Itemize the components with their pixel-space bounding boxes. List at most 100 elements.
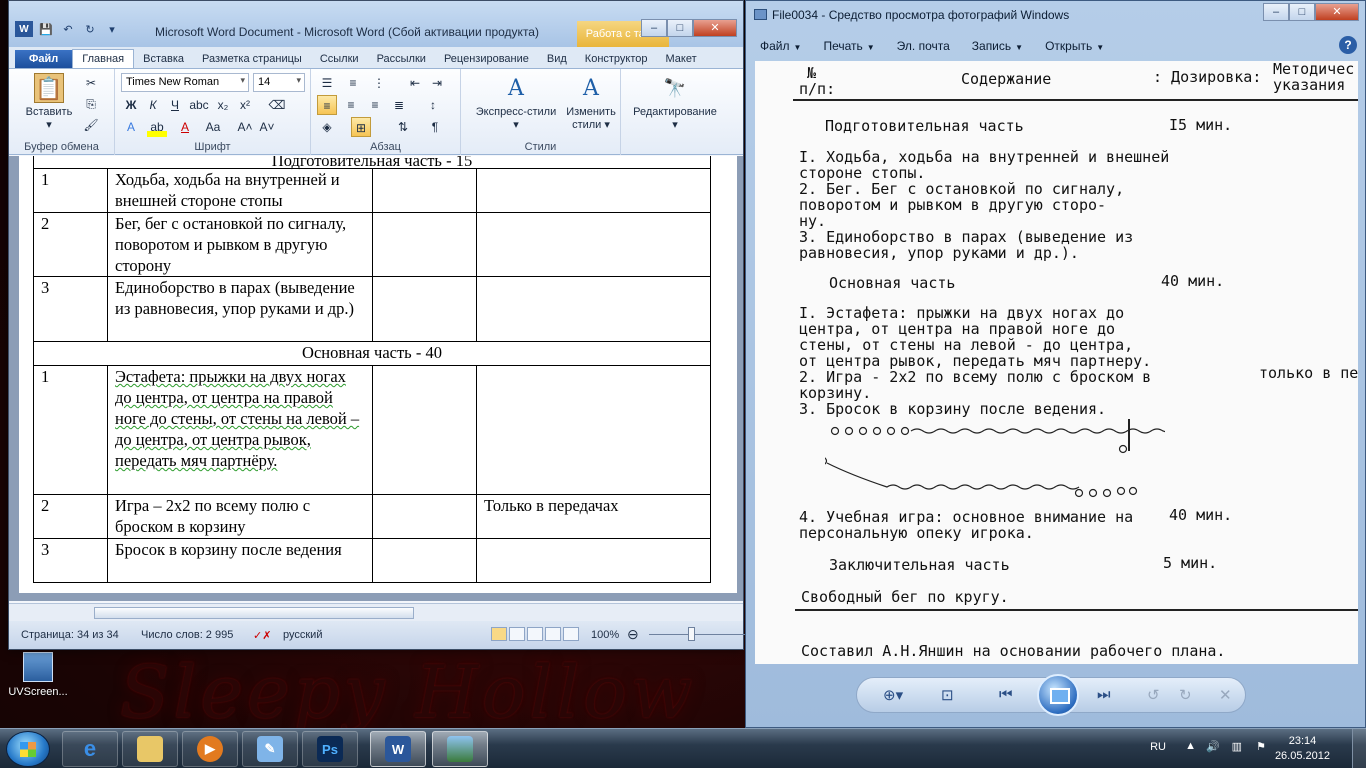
taskbar-photoshop[interactable]: Ps (302, 731, 358, 767)
numbering-icon[interactable]: ≡ (343, 73, 363, 93)
taskbar-explorer[interactable] (122, 731, 178, 767)
print-layout-view-icon[interactable] (491, 627, 507, 641)
align-left-button[interactable]: ≡ (317, 95, 337, 115)
change-case-icon[interactable]: Aa (203, 117, 223, 137)
tab-file[interactable]: Файл (15, 50, 73, 68)
decrease-indent-icon[interactable]: ⇤ (405, 73, 425, 93)
format-painter-icon[interactable]: 🖌 (81, 115, 101, 135)
delete-icon[interactable]: ✕ (1219, 686, 1232, 704)
editing-button[interactable]: 🔭 Редактирование ▾ (625, 73, 725, 132)
maximize-button[interactable]: □ (667, 19, 693, 37)
minimize-button[interactable]: – (641, 19, 667, 37)
taskbar-media-player[interactable]: ▶ (182, 731, 238, 767)
document-page[interactable]: Подготовительная часть - 15 1 Ходьба, хо… (19, 156, 737, 593)
tab-page-layout[interactable]: Разметка страницы (193, 50, 311, 68)
shading-icon[interactable]: ◈ (317, 117, 337, 137)
zoom-icon[interactable]: ⊕▾ (883, 686, 903, 704)
justify-button[interactable]: ≣ (389, 95, 409, 115)
strikethrough-button[interactable]: abc (189, 95, 209, 115)
desktop-icon-uvscreen[interactable]: UVScreen... (4, 652, 72, 698)
slideshow-button[interactable] (1037, 674, 1079, 716)
word-logo-icon[interactable]: W (15, 21, 33, 37)
sort-icon[interactable]: ⇅ (393, 117, 413, 137)
tab-home[interactable]: Главная (72, 49, 135, 68)
close-button[interactable]: ✕ (1315, 3, 1359, 21)
menu-open[interactable]: Открыть ▼ (1039, 39, 1110, 53)
menu-email[interactable]: Эл. почта (891, 39, 956, 53)
subscript-button[interactable]: x₂ (213, 95, 233, 115)
scrollbar-thumb[interactable] (94, 607, 414, 619)
taskbar-photo-viewer[interactable] (432, 731, 488, 767)
help-icon[interactable]: ? (1339, 36, 1357, 54)
tab-insert[interactable]: Вставка (134, 50, 193, 68)
show-desktop-button[interactable] (1352, 729, 1366, 768)
word-count[interactable]: Число слов: 2 995 (141, 629, 233, 641)
taskbar-paint[interactable]: ✎ (242, 731, 298, 767)
italic-button[interactable]: К (143, 95, 163, 115)
tab-mailings[interactable]: Рассылки (368, 50, 435, 68)
show-marks-icon[interactable]: ¶ (425, 117, 445, 137)
rotate-counterclockwise-icon[interactable]: ↺ (1147, 686, 1160, 704)
bullets-icon[interactable]: ☰ (317, 73, 337, 93)
rotate-clockwise-icon[interactable]: ↻ (1179, 686, 1192, 704)
menu-burn[interactable]: Запись ▼ (966, 39, 1029, 53)
increase-indent-icon[interactable]: ⇥ (427, 73, 447, 93)
bold-button[interactable]: Ж (121, 95, 141, 115)
font-name-combo[interactable]: Times New Roman (121, 73, 249, 92)
clock[interactable]: 23:14 26.05.2012 (1275, 734, 1330, 764)
save-icon[interactable]: 💾 (37, 21, 55, 37)
reading-view-icon[interactable] (509, 627, 525, 641)
maximize-button[interactable]: □ (1289, 3, 1315, 21)
menu-file[interactable]: Файл ▼ (754, 39, 807, 53)
outline-view-icon[interactable] (545, 627, 561, 641)
paste-button[interactable]: 📋 Вставить ▾ (23, 73, 75, 132)
redo-icon[interactable]: ↻ (81, 21, 99, 37)
volume-icon[interactable]: 🔊 (1206, 740, 1220, 753)
network-icon[interactable]: ▥ (1232, 740, 1242, 753)
close-button[interactable]: ✕ (693, 19, 737, 37)
quick-styles-button[interactable]: A Экспресс-стили ▾ (471, 73, 561, 132)
highlight-icon[interactable]: ab (147, 117, 167, 137)
page-count[interactable]: Страница: 34 из 34 (21, 629, 119, 641)
horizontal-scrollbar[interactable] (9, 603, 743, 621)
shrink-font-icon[interactable]: A˅ (257, 117, 277, 137)
draft-view-icon[interactable] (563, 627, 579, 641)
action-center-icon[interactable]: ⚑ (1256, 740, 1266, 753)
multilevel-list-icon[interactable]: ⋮ (369, 73, 389, 93)
start-button[interactable] (6, 731, 50, 767)
grow-font-icon[interactable]: A˄ (235, 117, 255, 137)
language-indicator[interactable]: русский (283, 629, 322, 641)
tab-references[interactable]: Ссылки (311, 50, 368, 68)
underline-button[interactable]: Ч (165, 95, 185, 115)
next-icon[interactable]: ⏭ (1097, 686, 1111, 703)
actual-size-icon[interactable]: ⊡ (941, 686, 954, 704)
superscript-button[interactable]: x² (235, 95, 255, 115)
cut-icon[interactable]: ✂ (81, 73, 101, 93)
tab-view[interactable]: Вид (538, 50, 576, 68)
change-styles-button[interactable]: A Изменить стили ▾ (565, 73, 617, 132)
zoom-out-icon[interactable]: ⊖ (627, 626, 639, 643)
proofing-icon[interactable]: ✓✗ (253, 629, 271, 642)
clear-format-icon[interactable]: ⌫ (267, 95, 287, 115)
zoom-level[interactable]: 100% (591, 629, 619, 641)
language-indicator[interactable]: RU (1150, 741, 1166, 753)
customize-qat-icon[interactable]: ▾ (103, 21, 121, 37)
taskbar-ie[interactable]: e (62, 731, 118, 767)
text-effects-icon[interactable]: A (121, 117, 141, 137)
copy-icon[interactable]: ⎘ (81, 94, 101, 114)
undo-icon[interactable]: ↶ (59, 21, 77, 37)
align-center-button[interactable]: ≡ (341, 95, 361, 115)
zoom-slider-thumb[interactable] (688, 627, 695, 641)
menu-print[interactable]: Печать ▼ (817, 39, 880, 53)
font-size-combo[interactable]: 14 (253, 73, 305, 92)
align-right-button[interactable]: ≡ (365, 95, 385, 115)
font-color-icon[interactable]: A (175, 117, 195, 137)
web-view-icon[interactable] (527, 627, 543, 641)
tab-layout[interactable]: Макет (657, 50, 706, 68)
borders-icon[interactable]: ⊞ (351, 117, 371, 137)
minimize-button[interactable]: – (1263, 3, 1289, 21)
show-hidden-icons[interactable]: ▲ (1185, 740, 1196, 752)
previous-icon[interactable]: ⏮ (999, 686, 1013, 703)
tab-design[interactable]: Конструктор (576, 50, 657, 68)
line-spacing-icon[interactable]: ↕ (423, 95, 443, 115)
